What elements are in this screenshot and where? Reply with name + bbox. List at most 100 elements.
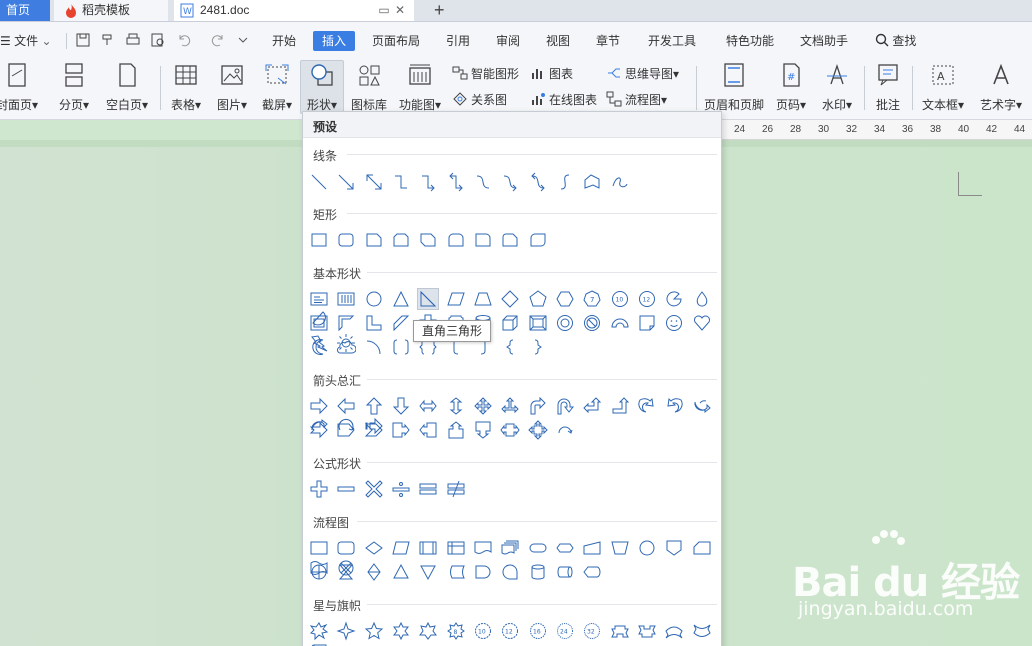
flowchart-merge-shape[interactable] <box>418 562 438 582</box>
block-arc-shape[interactable] <box>610 313 630 333</box>
close-icon[interactable]: ✕ <box>392 0 408 20</box>
moon-shape[interactable] <box>309 337 329 357</box>
tab-document[interactable]: W 2481.doc ▭ ✕ <box>174 0 414 21</box>
redo-icon[interactable] <box>210 32 226 48</box>
round-single-corner-rectangle-shape[interactable] <box>473 230 493 250</box>
screenshot-button[interactable]: 截屏▾ <box>259 62 295 113</box>
flowchart-collate-shape[interactable] <box>336 562 356 582</box>
donut-shape[interactable] <box>555 313 575 333</box>
u-turn-arrow-shape[interactable] <box>555 396 575 416</box>
left-up-arrow-shape[interactable] <box>582 396 602 416</box>
double-arrow-line-shape[interactable] <box>364 172 384 192</box>
down-arrow-callout-shape[interactable] <box>473 420 493 440</box>
elbow-arrow-connector-shape[interactable] <box>418 172 438 192</box>
menu-page-layout[interactable]: 页面布局 <box>372 31 420 51</box>
snip-round-rectangle-shape[interactable] <box>500 230 520 250</box>
file-menu[interactable]: ☰ 文件 ⌄ <box>0 31 52 51</box>
flowchart-or-shape[interactable] <box>309 562 329 582</box>
round-same-side-rectangle-shape[interactable] <box>446 230 466 250</box>
menu-insert[interactable]: 插入 <box>322 31 346 51</box>
half-frame-shape[interactable] <box>336 313 356 333</box>
up-arrow-callout-shape[interactable] <box>446 420 466 440</box>
flowchart-connector-shape[interactable] <box>637 538 657 558</box>
curve-shape[interactable] <box>555 172 575 192</box>
rectangle-shape[interactable] <box>309 230 329 250</box>
dodecagon-shape[interactable]: 12 <box>637 289 657 309</box>
textbox-shape[interactable] <box>309 289 329 309</box>
flowchart-button[interactable]: 流程图▾ <box>606 91 667 108</box>
thirty-two-point-star-shape[interactable]: 32 <box>582 621 602 641</box>
parallelogram-shape[interactable] <box>446 289 466 309</box>
menu-start[interactable]: 开始 <box>272 31 296 51</box>
snip-same-side-rectangle-shape[interactable] <box>391 230 411 250</box>
up-ribbon-shape[interactable] <box>610 621 630 641</box>
quad-arrow-callout-shape[interactable] <box>528 420 548 440</box>
flowchart-delay-shape[interactable] <box>473 562 493 582</box>
tab-home[interactable]: 首页 <box>0 0 50 21</box>
horizontal-ruler[interactable]: 24 26 28 30 32 34 36 38 40 42 44 <box>722 120 1032 140</box>
chevron-shape[interactable] <box>364 420 384 440</box>
folded-corner-shape[interactable] <box>637 313 657 333</box>
line-shape[interactable] <box>309 172 329 192</box>
trapezoid-shape[interactable] <box>473 289 493 309</box>
left-right-arrow-shape[interactable] <box>418 396 438 416</box>
flowchart-manual-operation-shape[interactable] <box>610 538 630 558</box>
format-painter-icon[interactable] <box>100 32 116 48</box>
cube-shape[interactable] <box>500 313 520 333</box>
header-footer-button[interactable]: 页眉和页脚 <box>702 62 766 113</box>
eight-point-star-shape[interactable]: 8 <box>446 621 466 641</box>
relation-chart-button[interactable]: 关系图 <box>452 91 507 108</box>
plus-shape[interactable] <box>309 479 329 499</box>
oval-shape[interactable] <box>364 289 384 309</box>
save-icon[interactable] <box>75 32 91 48</box>
page-break-button[interactable]: 分页▾ <box>56 62 92 113</box>
diagonal-stripe-shape[interactable] <box>391 313 411 333</box>
down-ribbon-shape[interactable] <box>637 621 657 641</box>
online-chart-button[interactable]: 在线图表 <box>530 91 597 108</box>
smart-graphic-button[interactable]: 智能图形 <box>452 65 519 82</box>
cloud-shape[interactable] <box>336 337 357 357</box>
curved-connector-shape[interactable] <box>473 172 493 192</box>
arrow-line-shape[interactable] <box>336 172 356 192</box>
menu-references[interactable]: 引用 <box>446 31 470 51</box>
print-icon[interactable] <box>125 32 141 48</box>
flowchart-offpage-connector-shape[interactable] <box>664 538 684 558</box>
menu-developer[interactable]: 开发工具 <box>648 31 696 51</box>
circular-arrow-2-shape[interactable] <box>555 420 575 440</box>
twelve-point-star-shape[interactable]: 12 <box>500 621 520 641</box>
freeform-shape[interactable] <box>582 172 602 192</box>
rounded-rectangle-shape[interactable] <box>336 230 356 250</box>
right-arrow-callout-shape[interactable] <box>391 420 411 440</box>
new-tab-button[interactable]: + <box>426 0 456 21</box>
explosion-shape[interactable] <box>309 621 329 641</box>
left-arrow-callout-shape[interactable] <box>418 420 438 440</box>
flowchart-display-shape[interactable] <box>582 562 602 582</box>
pie-shape[interactable] <box>664 289 684 309</box>
picture-button[interactable]: 图片▾ <box>214 62 250 113</box>
bent-up-arrow-shape[interactable] <box>610 396 630 416</box>
scribble-shape[interactable] <box>610 172 630 192</box>
flowchart-decision-shape[interactable] <box>364 538 384 558</box>
textbox-button[interactable]: A 文本框▾ <box>918 62 968 113</box>
curved-left-arrow-shape[interactable] <box>664 396 684 416</box>
flowchart-manual-input-shape[interactable] <box>582 538 602 558</box>
watermark-button[interactable]: 水印▾ <box>817 62 857 113</box>
vertical-textbox-shape[interactable] <box>336 289 356 309</box>
right-triangle-shape[interactable] <box>417 288 440 310</box>
menu-doc-assistant[interactable]: 文档助手 <box>800 31 848 51</box>
curved-arrow-connector-shape[interactable] <box>500 172 520 192</box>
pentagon-shape[interactable] <box>528 289 548 309</box>
notched-right-arrow-shape[interactable] <box>309 420 329 440</box>
flowchart-extract-shape[interactable] <box>391 562 411 582</box>
six-point-star-shape[interactable] <box>391 621 411 641</box>
flowchart-sequential-access-shape[interactable] <box>500 562 520 582</box>
left-right-arrow-callout-shape[interactable] <box>500 420 521 440</box>
decagon-shape[interactable]: 10 <box>610 289 630 309</box>
wordart-button[interactable]: 艺术字▾ <box>976 62 1026 113</box>
flowchart-terminator-shape[interactable] <box>528 538 548 558</box>
print-preview-icon[interactable] <box>150 32 166 48</box>
flowchart-preparation-shape[interactable] <box>555 538 575 558</box>
left-right-up-arrow-shape[interactable] <box>500 396 520 416</box>
teardrop-shape[interactable] <box>692 289 712 309</box>
round-diagonal-rectangle-shape[interactable] <box>528 230 548 250</box>
